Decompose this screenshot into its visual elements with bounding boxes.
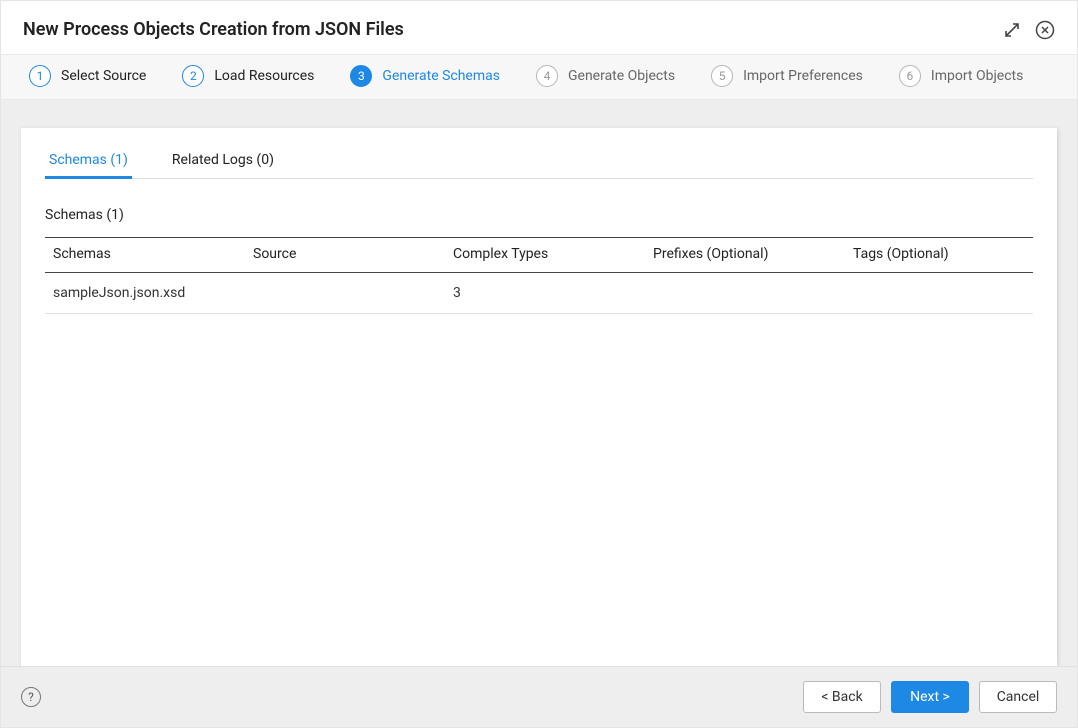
cell-schemas: sampleJson.json.xsd [45, 273, 245, 314]
step-number: 5 [711, 65, 733, 87]
step-label: Import Preferences [743, 68, 863, 84]
next-button[interactable]: Next > [891, 681, 969, 713]
cancel-button[interactable]: Cancel [979, 681, 1057, 713]
step-number: 2 [182, 65, 204, 87]
step-generate-schemas[interactable]: 3 Generate Schemas [350, 65, 500, 87]
wizard-stepper: 1 Select Source 2 Load Resources 3 Gener… [1, 54, 1077, 100]
step-load-resources[interactable]: 2 Load Resources [182, 65, 314, 87]
dialog-title: New Process Objects Creation from JSON F… [23, 19, 1003, 40]
step-label: Generate Schemas [382, 68, 500, 84]
col-header-complex-types[interactable]: Complex Types [445, 238, 645, 273]
step-label: Generate Objects [568, 68, 675, 84]
col-header-source[interactable]: Source [245, 238, 445, 273]
cell-complex-types: 3 [445, 273, 645, 314]
panel-tabs: Schemas (1) Related Logs (0) [45, 146, 1033, 179]
schemas-table: Schemas Source Complex Types Prefixes (O… [45, 237, 1033, 314]
tab-schemas[interactable]: Schemas (1) [45, 146, 132, 179]
step-select-source[interactable]: 1 Select Source [29, 65, 146, 87]
tab-related-logs[interactable]: Related Logs (0) [168, 146, 278, 179]
cell-source [245, 273, 445, 314]
step-import-preferences[interactable]: 5 Import Preferences [711, 65, 863, 87]
col-header-prefixes[interactable]: Prefixes (Optional) [645, 238, 845, 273]
help-icon[interactable]: ? [21, 687, 41, 707]
cell-tags [845, 273, 1033, 314]
step-generate-objects[interactable]: 4 Generate Objects [536, 65, 675, 87]
dialog-footer: ? < Back Next > Cancel [1, 666, 1077, 727]
expand-icon[interactable] [1003, 21, 1021, 39]
col-header-tags[interactable]: Tags (Optional) [845, 238, 1033, 273]
dialog-header: New Process Objects Creation from JSON F… [1, 1, 1077, 54]
col-header-schemas[interactable]: Schemas [45, 238, 245, 273]
step-number: 4 [536, 65, 558, 87]
step-number: 3 [350, 65, 372, 87]
content-panel: Schemas (1) Related Logs (0) Schemas (1)… [21, 128, 1057, 666]
back-button[interactable]: < Back [803, 681, 881, 713]
step-label: Import Objects [931, 68, 1023, 84]
table-row[interactable]: sampleJson.json.xsd 3 [45, 273, 1033, 314]
step-label: Select Source [61, 68, 146, 84]
step-label: Load Resources [214, 68, 314, 84]
section-heading: Schemas (1) [45, 207, 1033, 223]
close-icon[interactable] [1035, 20, 1055, 40]
step-number: 6 [899, 65, 921, 87]
step-import-objects[interactable]: 6 Import Objects [899, 65, 1023, 87]
cell-prefixes [645, 273, 845, 314]
step-number: 1 [29, 65, 51, 87]
